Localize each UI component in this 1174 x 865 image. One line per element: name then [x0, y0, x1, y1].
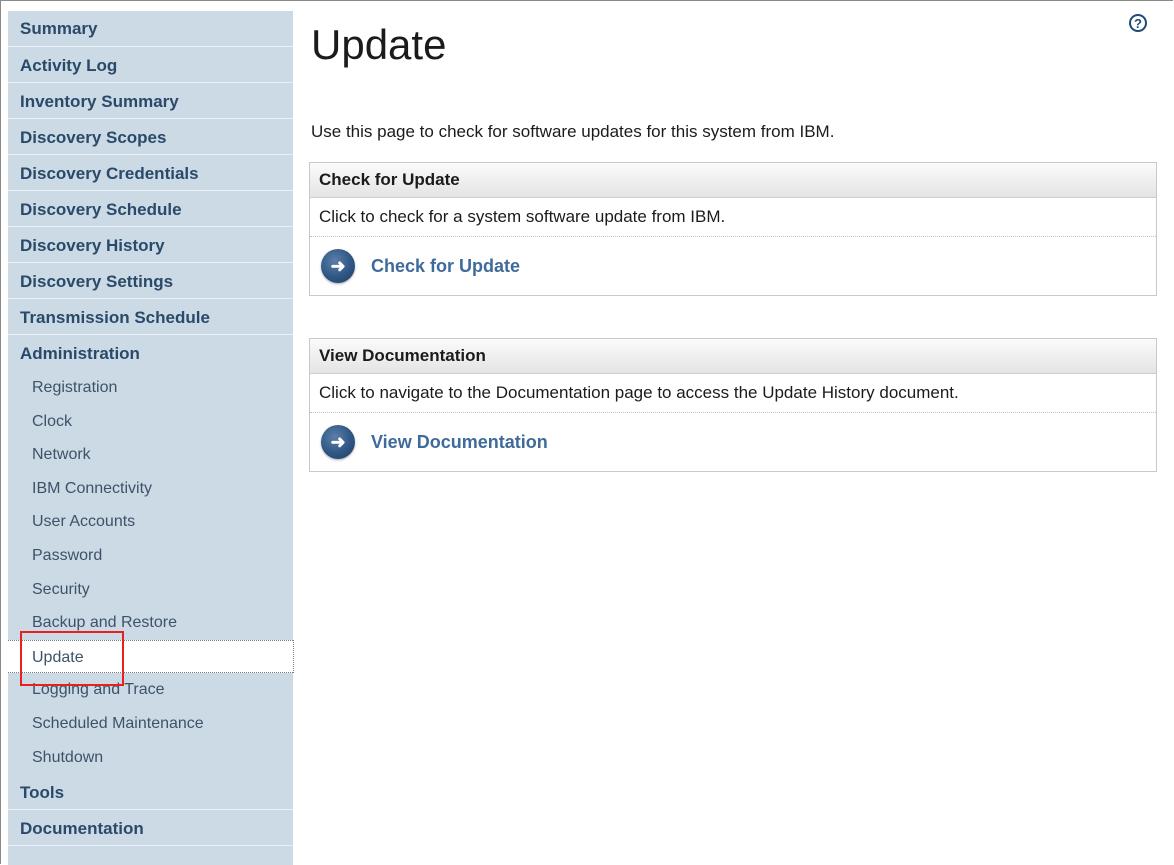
panel-description: Click to check for a system software upd… — [310, 198, 1156, 237]
sidebar-item-documentation[interactable]: Documentation — [8, 810, 293, 847]
view-documentation-panel: View Documentation Click to navigate to … — [309, 338, 1157, 472]
sidebar: Summary Activity Log Inventory Summary D… — [8, 11, 294, 865]
sidebar-item-activity-log[interactable]: Activity Log — [8, 47, 293, 83]
panel-header: Check for Update — [310, 163, 1156, 198]
sidebar-subitem-registration[interactable]: Registration — [8, 371, 293, 405]
sidebar-subitem-scheduled-maintenance[interactable]: Scheduled Maintenance — [8, 707, 293, 741]
sidebar-subitem-shutdown[interactable]: Shutdown — [8, 741, 293, 775]
panel-description: Click to navigate to the Documentation p… — [310, 374, 1156, 413]
view-documentation-link[interactable]: View Documentation — [371, 432, 548, 453]
sidebar-subitem-update[interactable]: Update — [8, 639, 294, 674]
arrow-right-circle-icon[interactable]: ➜ — [321, 249, 355, 283]
sidebar-subitem-logging-and-trace[interactable]: Logging and Trace — [8, 673, 293, 707]
sidebar-item-discovery-history[interactable]: Discovery History — [8, 227, 293, 263]
sidebar-item-transmission-schedule[interactable]: Transmission Schedule — [8, 299, 293, 335]
sidebar-subitem-backup-and-restore[interactable]: Backup and Restore — [8, 606, 293, 640]
sidebar-subitem-user-accounts[interactable]: User Accounts — [8, 505, 293, 539]
sidebar-item-administration[interactable]: Administration — [8, 335, 293, 371]
check-for-update-action[interactable]: ➜ Check for Update — [310, 237, 1156, 295]
check-for-update-link[interactable]: Check for Update — [371, 256, 520, 277]
page-description: Use this page to check for software upda… — [311, 122, 835, 141]
arrow-right-circle-icon[interactable]: ➜ — [321, 425, 355, 459]
sidebar-item-discovery-settings[interactable]: Discovery Settings — [8, 263, 293, 299]
sidebar-subitem-password[interactable]: Password — [8, 539, 293, 573]
sidebar-item-inventory-summary[interactable]: Inventory Summary — [8, 83, 293, 119]
sidebar-subitem-ibm-connectivity[interactable]: IBM Connectivity — [8, 472, 293, 506]
help-icon[interactable]: ? — [1129, 14, 1147, 32]
check-for-update-panel: Check for Update Click to check for a sy… — [309, 162, 1157, 296]
sidebar-item-discovery-credentials[interactable]: Discovery Credentials — [8, 155, 293, 191]
sidebar-item-summary[interactable]: Summary — [8, 11, 293, 47]
view-documentation-action[interactable]: ➜ View Documentation — [310, 413, 1156, 471]
sidebar-subitem-security[interactable]: Security — [8, 573, 293, 607]
page-title: Update — [311, 21, 447, 68]
panel-header: View Documentation — [310, 339, 1156, 374]
sidebar-subitem-network[interactable]: Network — [8, 438, 293, 472]
sidebar-item-tools[interactable]: Tools — [8, 774, 293, 811]
sidebar-item-discovery-schedule[interactable]: Discovery Schedule — [8, 191, 293, 227]
sidebar-subitem-clock[interactable]: Clock — [8, 405, 293, 439]
sidebar-item-discovery-scopes[interactable]: Discovery Scopes — [8, 119, 293, 155]
